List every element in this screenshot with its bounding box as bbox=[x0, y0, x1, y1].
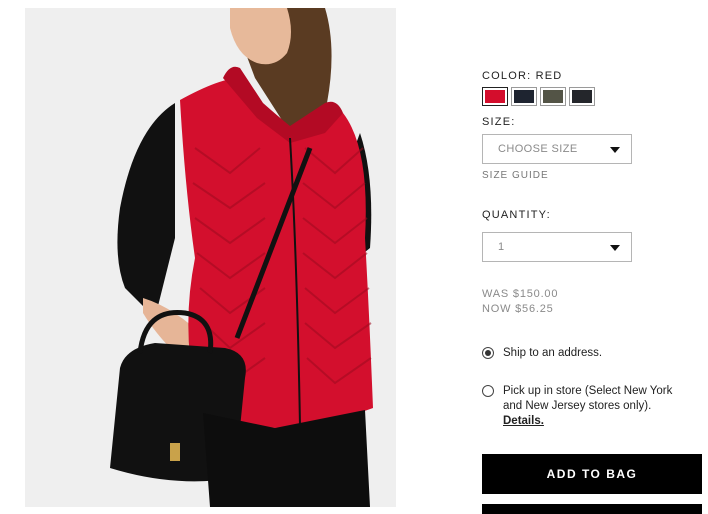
pickup-option-label: Pick up in store (Select New York and Ne… bbox=[503, 384, 678, 429]
now-price: NOW $56.25 bbox=[482, 303, 554, 315]
details-link[interactable]: Details. bbox=[503, 415, 544, 427]
pickup-option-text: Pick up in store (Select New York and Ne… bbox=[503, 385, 673, 412]
was-price: WAS $150.00 bbox=[482, 288, 559, 300]
ship-radio[interactable] bbox=[482, 347, 494, 359]
product-image bbox=[25, 8, 396, 507]
color-swatches bbox=[482, 87, 595, 106]
pickup-radio[interactable] bbox=[482, 385, 494, 397]
add-to-bag-button[interactable]: ADD TO BAG bbox=[482, 454, 702, 494]
quantity-select-value: 1 bbox=[498, 241, 505, 253]
ship-option-row[interactable]: Ship to an address. bbox=[482, 346, 678, 361]
quantity-select[interactable]: 1 bbox=[482, 232, 632, 262]
pickup-option-row[interactable]: Pick up in store (Select New York and Ne… bbox=[482, 384, 678, 429]
secondary-button[interactable] bbox=[482, 504, 702, 514]
quantity-label: QUANTITY: bbox=[482, 209, 551, 221]
swatch-red[interactable] bbox=[482, 87, 508, 106]
chevron-down-icon bbox=[610, 147, 620, 153]
size-label: SIZE: bbox=[482, 116, 516, 128]
product-options-panel: COLOR: RED SIZE: CHOOSE SIZE SIZE GUIDE … bbox=[482, 0, 708, 514]
swatch-black[interactable] bbox=[569, 87, 595, 106]
product-photo-illustration bbox=[25, 8, 396, 507]
ship-option-label: Ship to an address. bbox=[503, 347, 603, 359]
chevron-down-icon bbox=[610, 245, 620, 251]
swatch-olive[interactable] bbox=[540, 87, 566, 106]
size-guide-link[interactable]: SIZE GUIDE bbox=[482, 170, 549, 181]
size-select[interactable]: CHOOSE SIZE bbox=[482, 134, 632, 164]
color-label: COLOR: RED bbox=[482, 70, 563, 82]
swatch-navy[interactable] bbox=[511, 87, 537, 106]
size-select-value: CHOOSE SIZE bbox=[498, 143, 578, 155]
